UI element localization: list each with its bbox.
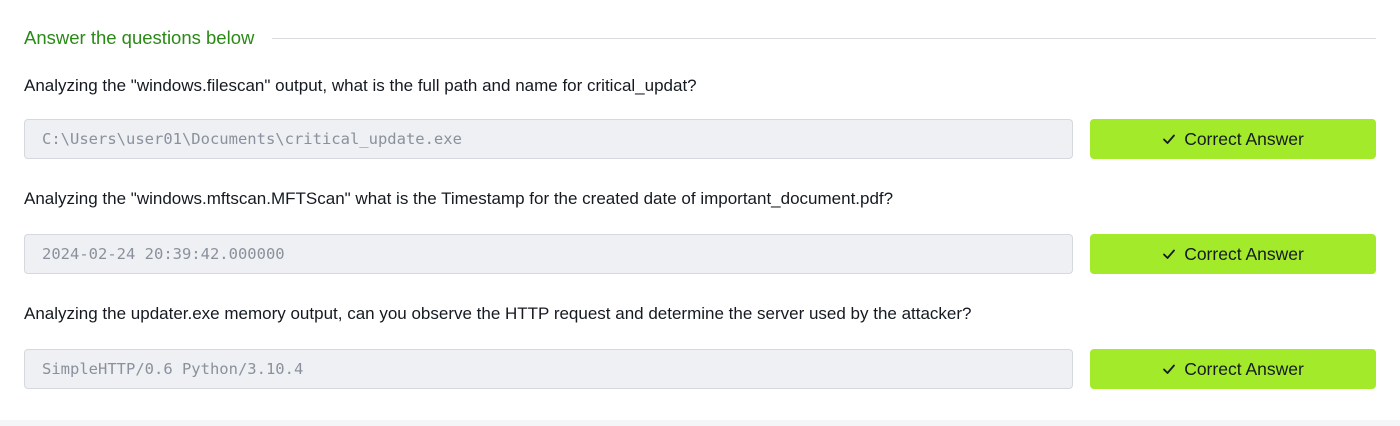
question-2-text: Analyzing the "windows.mftscan.MFTScan" … [24, 189, 894, 208]
correct-answer-button-2[interactable]: Correct Answer [1090, 234, 1376, 274]
check-icon [1163, 249, 1176, 259]
correct-answer-label: Correct Answer [1184, 128, 1304, 149]
answer-field-2[interactable]: 2024-02-24 20:39:42.000000 [24, 234, 1073, 274]
question-1-text: Analyzing the "windows.filescan" output,… [24, 76, 697, 95]
section-header: Answer the questions below [24, 24, 1376, 52]
footer-divider [0, 420, 1400, 426]
header-divider [272, 37, 1376, 39]
check-icon [1163, 134, 1176, 144]
section-title: Answer the questions below [24, 27, 255, 48]
check-icon [1163, 364, 1176, 374]
question-3-text: Analyzing the updater.exe memory output,… [24, 304, 972, 323]
correct-answer-button-3[interactable]: Correct Answer [1090, 349, 1376, 389]
correct-answer-label: Correct Answer [1184, 243, 1304, 264]
answer-field-1[interactable]: C:\Users\user01\Documents\critical_updat… [24, 119, 1073, 159]
correct-answer-button-1[interactable]: Correct Answer [1090, 119, 1376, 159]
correct-answer-label: Correct Answer [1184, 358, 1304, 379]
answer-field-3[interactable]: SimpleHTTP/0.6 Python/3.10.4 [24, 349, 1073, 389]
